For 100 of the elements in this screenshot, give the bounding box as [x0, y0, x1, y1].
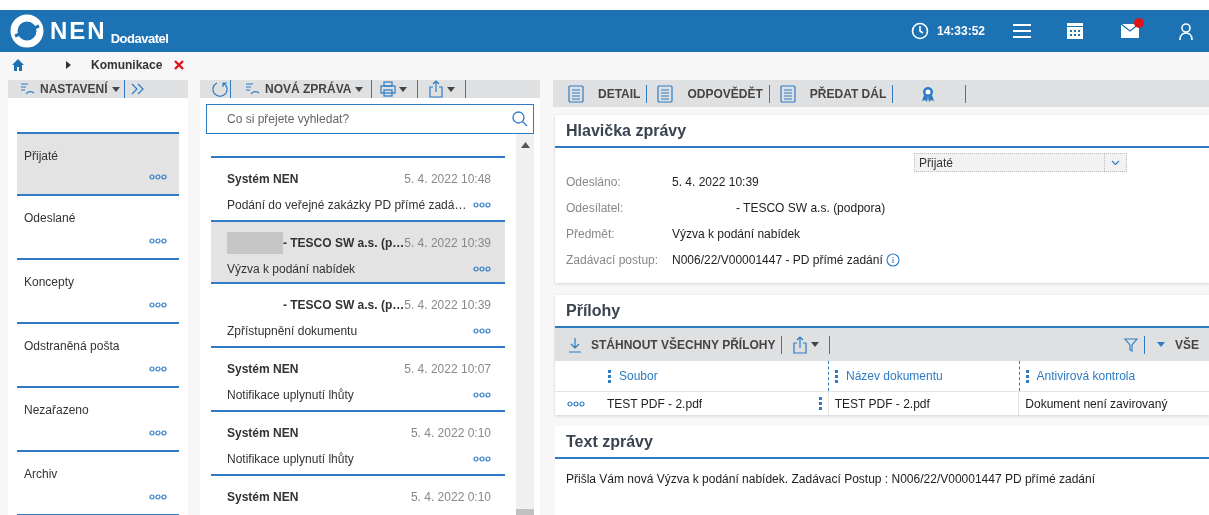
folder-label: Koncepty: [24, 274, 76, 291]
document-icon[interactable]: [568, 84, 584, 103]
message-sender: Systém NEN: [227, 361, 299, 378]
more-icon[interactable]: [149, 238, 167, 244]
caret-icon: [1157, 342, 1165, 347]
message-body: Přišla Vám nová Výzva k podání nabídek. Zadávací Postup : N006/22/V00001447 PD přímé zadání: [565, 471, 1096, 488]
list-settings-icon: [245, 82, 261, 96]
field-label: Odesláno:: [566, 174, 622, 191]
refresh-icon[interactable]: [212, 81, 228, 97]
column-header[interactable]: Antivirová kontrola: [1018, 361, 1209, 391]
award-icon[interactable]: [921, 85, 936, 102]
caret-icon: [111, 86, 120, 92]
message-subject: Podání do veřejné zakázky PD přímé zadá…: [227, 197, 467, 214]
message-date: 5. 4. 2022 10:39: [404, 235, 491, 252]
close-icon[interactable]: [174, 60, 185, 70]
field-label: Zadávací postup:: [566, 252, 660, 269]
folder-item[interactable]: Přijaté: [17, 132, 179, 196]
search-field[interactable]: Co si přejete vyhledat?: [206, 104, 534, 134]
caret-icon: [811, 342, 820, 347]
double-chevron-icon[interactable]: [130, 83, 145, 95]
more-icon[interactable]: [473, 392, 491, 398]
table-cell: TEST PDF - 2.pdf: [827, 392, 1019, 415]
message-date: 5. 4. 2022 0:10: [410, 425, 491, 442]
caret-icon: [355, 86, 364, 92]
toolbar-button[interactable]: PŘEDAT DÁL: [809, 84, 887, 103]
folder-label: Archiv: [24, 466, 59, 483]
logo-subtitle: Dodavatel: [110, 30, 169, 49]
toolbar-button[interactable]: DETAIL: [598, 84, 641, 103]
message-date: 5. 4. 2022 0:10: [410, 489, 491, 506]
document-icon[interactable]: [657, 84, 674, 103]
caret-icon: [399, 86, 408, 92]
document-icon[interactable]: [779, 84, 796, 103]
scroll-up-icon[interactable]: [520, 142, 530, 148]
column-header[interactable]: Název dokumentu: [828, 361, 1019, 391]
filter-all-button[interactable]: VŠE: [1175, 335, 1199, 354]
folder-label: Nezařazeno: [24, 402, 90, 419]
new-message-button[interactable]: NOVÁ ZPRÁVA: [265, 80, 364, 98]
field-value: - TESCO SW a.s. (podpora): [736, 200, 886, 217]
caret-icon: [447, 86, 456, 92]
more-icon[interactable]: [473, 202, 491, 208]
section-title: Hlavička zprávy: [555, 115, 1209, 148]
settings-button[interactable]: NASTAVENÍ: [40, 80, 120, 98]
toolbar-button[interactable]: ODPOVĚDĚT: [687, 84, 763, 103]
section-title: Text zprávy: [555, 426, 1209, 459]
menu-icon[interactable]: [1013, 23, 1031, 39]
column-menu-icon[interactable]: [608, 369, 611, 383]
list-settings-icon: [20, 82, 36, 96]
search-icon[interactable]: [512, 111, 528, 127]
more-icon[interactable]: [149, 366, 167, 372]
message-sender: Systém NEN: [227, 425, 299, 442]
message-subject: Notifikace uplynutí lhůty: [227, 451, 354, 468]
field-label: Předmět:: [566, 226, 616, 243]
column-menu-icon[interactable]: [1025, 369, 1029, 383]
share-icon[interactable]: [428, 80, 445, 98]
more-icon[interactable]: [473, 456, 491, 462]
info-icon[interactable]: [885, 253, 900, 267]
message-item[interactable]: - TESCO SW a.s. (p…5. 4. 2022 10:39 Výzva k podání nabídek: [211, 220, 505, 284]
message-date: 5. 4. 2022 10:39: [404, 297, 491, 314]
logo-ring-icon: [10, 14, 44, 48]
folder-select[interactable]: Přijaté: [914, 153, 1127, 172]
chevron-right-icon: [66, 61, 71, 69]
filter-icon[interactable]: [1124, 337, 1138, 352]
message-sender: - TESCO SW a.s. (p…: [282, 297, 405, 314]
folder-label: Přijaté: [24, 148, 59, 165]
message-subject: Zpřístupnění dokumentu: [227, 323, 358, 340]
message-sender: Systém NEN: [227, 171, 299, 188]
message-date: 5. 4. 2022 10:07: [404, 361, 491, 378]
clock-icon: [910, 22, 929, 40]
message-subject: Notifikace uplynutí lhůty: [227, 387, 354, 404]
download-all-button[interactable]: STÁHNOUT VŠECHNY PŘÍLOHY: [591, 335, 776, 354]
printer-icon[interactable]: [380, 81, 397, 97]
message-sender: Systém NEN: [227, 489, 299, 506]
chevron-down-icon: [1111, 159, 1120, 166]
calendar-icon[interactable]: [1067, 23, 1083, 39]
table-cell-text: TEST PDF - 2.pdf: [607, 395, 704, 413]
more-icon[interactable]: [149, 494, 167, 500]
user-icon[interactable]: [1179, 22, 1193, 40]
more-icon[interactable]: [149, 302, 167, 308]
field-value: 5. 4. 2022 10:39: [672, 174, 759, 191]
more-icon[interactable]: [149, 174, 167, 180]
column-header[interactable]: Soubor: [555, 361, 828, 391]
more-icon[interactable]: [149, 430, 167, 436]
more-icon[interactable]: [567, 400, 585, 407]
more-icon[interactable]: [473, 328, 491, 334]
clock-time: 14:33:52: [936, 23, 985, 40]
share-icon[interactable]: [792, 335, 809, 354]
table-cell: Dokument není zavirovaný: [1018, 392, 1209, 415]
row-menu-icon[interactable]: [818, 397, 822, 410]
home-icon[interactable]: [12, 59, 24, 71]
download-icon: [568, 336, 582, 353]
scrollbar[interactable]: [516, 134, 534, 515]
column-menu-icon[interactable]: [835, 369, 838, 383]
message-sender: - TESCO SW a.s. (p…: [282, 235, 405, 252]
field-value: Výzva k podání nabídek: [672, 226, 801, 243]
logo-text: NEN: [50, 19, 107, 43]
folder-label: Odeslané: [24, 210, 77, 227]
mail-icon[interactable]: [1121, 24, 1139, 38]
more-icon[interactable]: [473, 266, 491, 272]
field-label: Odesílatel:: [566, 200, 625, 217]
breadcrumb-item[interactable]: Komunikace: [91, 56, 163, 74]
